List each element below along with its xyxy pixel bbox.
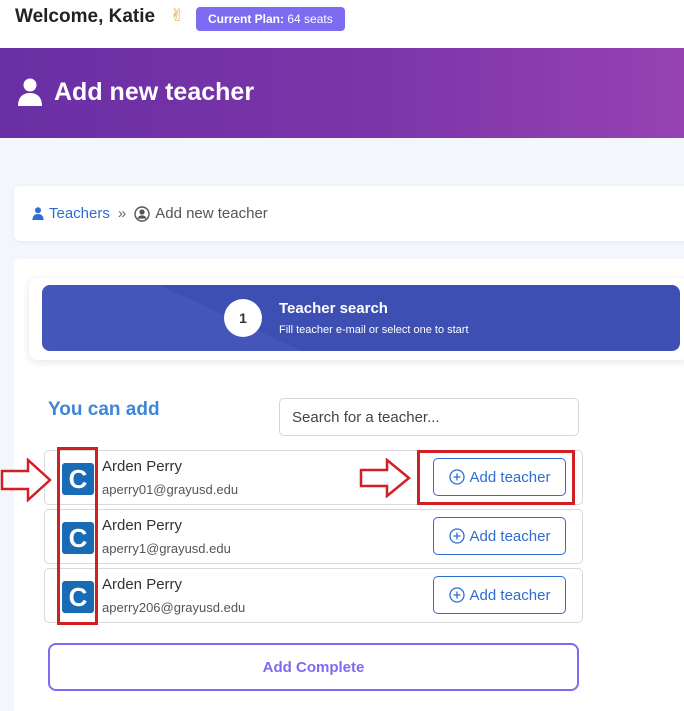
add-teacher-label: Add teacher: [469, 527, 551, 545]
teacher-row: C Arden Perry aperry206@grayusd.edu Add …: [44, 568, 583, 623]
breadcrumb-current-label: Add new teacher: [155, 205, 268, 222]
top-bar: Welcome, Katie ✌ Current Plan: 64 seats: [0, 0, 684, 48]
plus-circle-icon: [448, 528, 465, 544]
teacher-name: Arden Perry: [102, 458, 183, 475]
teacher-row: C Arden Perry aperry01@grayusd.edu Add t…: [44, 450, 583, 505]
breadcrumb-separator: »: [117, 205, 127, 222]
teacher-email: aperry206@grayusd.edu: [102, 600, 246, 615]
classlink-logo-icon: C: [62, 463, 94, 495]
add-teacher-button[interactable]: Add teacher: [433, 517, 566, 555]
step-number: 1: [224, 299, 262, 337]
breadcrumb-teachers-label: Teachers: [49, 205, 110, 222]
plus-circle-icon: [448, 469, 465, 485]
add-teacher-button[interactable]: Add teacher: [433, 576, 566, 614]
step-teacher-search: 1 Teacher search Fill teacher e-mail or …: [42, 285, 680, 351]
teacher-name: Arden Perry: [102, 576, 183, 593]
user-circle-icon: [134, 205, 150, 222]
step-decoration: [42, 285, 302, 351]
victory-hand-icon: ✌: [170, 6, 185, 25]
section-title: You can add: [48, 399, 160, 420]
breadcrumb-teachers-link[interactable]: Teachers: [32, 205, 110, 222]
teacher-row: C Arden Perry aperry1@grayusd.edu Add te…: [44, 509, 583, 564]
classlink-logo-icon: C: [62, 581, 94, 613]
right-arrow-icon: [0, 458, 52, 502]
user-icon: [32, 207, 44, 220]
teacher-search-input[interactable]: [279, 398, 579, 436]
plus-circle-icon: [448, 587, 465, 603]
add-teacher-label: Add teacher: [469, 586, 551, 604]
welcome-text: Welcome, Katie: [15, 6, 156, 27]
add-teacher-button[interactable]: Add teacher: [433, 458, 566, 496]
plan-value: 64 seats: [287, 12, 333, 26]
teacher-email: aperry1@grayusd.edu: [102, 541, 231, 556]
user-icon: [18, 78, 42, 106]
breadcrumb: Teachers » Add new teacher: [32, 205, 268, 222]
classlink-logo-icon: C: [62, 522, 94, 554]
teacher-name: Arden Perry: [102, 517, 183, 534]
add-complete-button[interactable]: Add Complete: [48, 643, 579, 691]
page-title: Add new teacher: [54, 78, 255, 106]
right-arrow-icon: [359, 458, 411, 498]
plan-label: Current Plan:: [208, 12, 285, 26]
breadcrumb-card: Teachers » Add new teacher: [14, 186, 684, 241]
step-subtitle: Fill teacher e-mail or select one to sta…: [279, 324, 469, 336]
step-title: Teacher search: [279, 300, 388, 317]
page-banner: Add new teacher: [0, 48, 684, 138]
plan-badge: Current Plan: 64 seats: [196, 7, 345, 31]
breadcrumb-current: Add new teacher: [134, 205, 268, 222]
teacher-email: aperry01@grayusd.edu: [102, 482, 239, 497]
add-teacher-label: Add teacher: [469, 468, 551, 486]
